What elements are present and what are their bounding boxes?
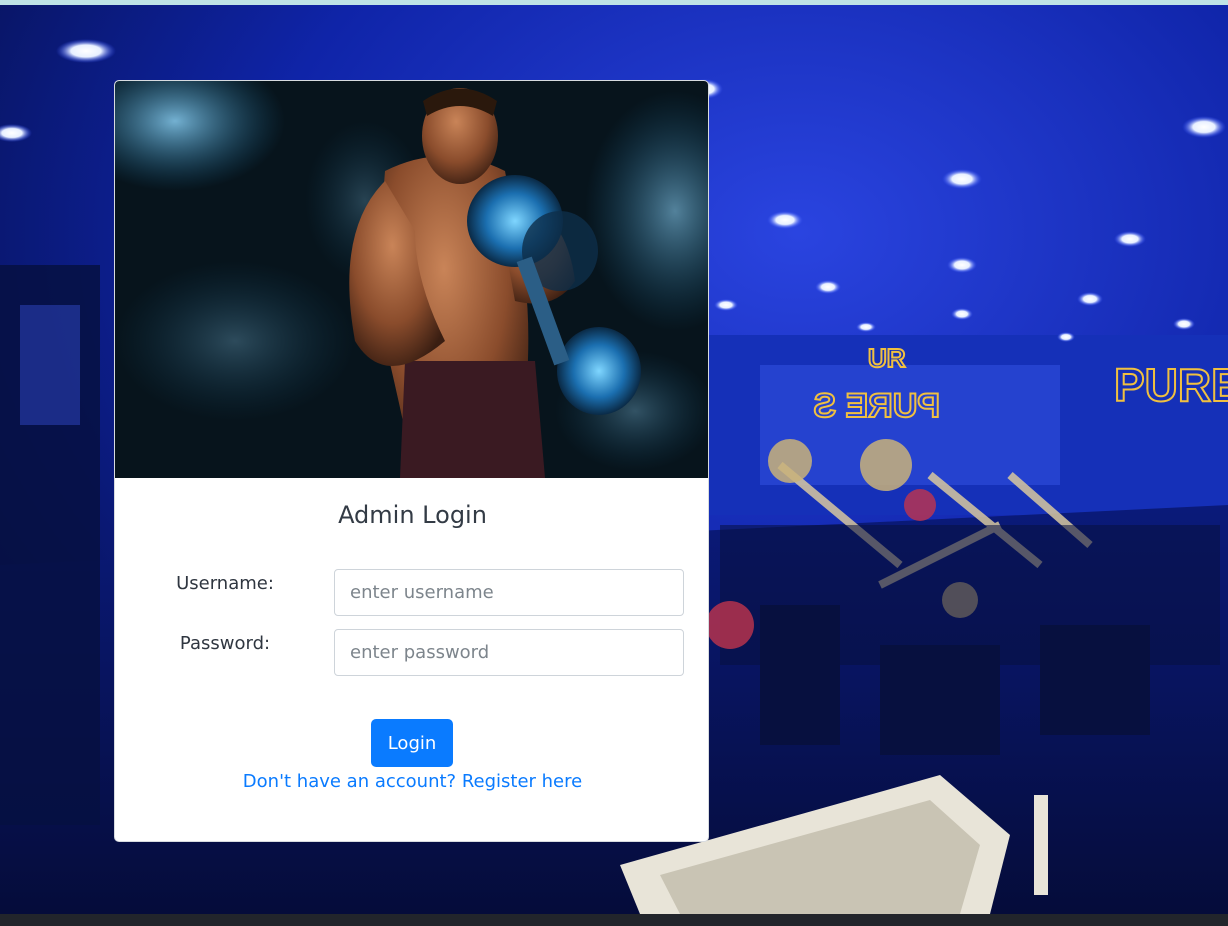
username-label: Username: bbox=[176, 573, 274, 594]
bodybuilder-hero-image bbox=[115, 81, 708, 478]
neon-sign-pure: PURE S bbox=[1114, 359, 1228, 411]
login-title: Admin Login bbox=[338, 501, 487, 529]
bottom-window-edge bbox=[0, 914, 1228, 926]
login-card: Admin Login Username: Password: Login Do… bbox=[114, 80, 709, 842]
register-link[interactable]: Don't have an account? Register here bbox=[243, 771, 582, 792]
password-input[interactable] bbox=[334, 629, 684, 676]
neon-sign-partial: UR bbox=[868, 343, 906, 373]
register-link-row: Don't have an account? Register here bbox=[115, 771, 708, 792]
username-input[interactable] bbox=[334, 569, 684, 616]
neon-sign-mirrored: PURE S bbox=[813, 387, 940, 425]
password-label: Password: bbox=[179, 633, 271, 654]
login-button[interactable]: Login bbox=[371, 719, 453, 767]
